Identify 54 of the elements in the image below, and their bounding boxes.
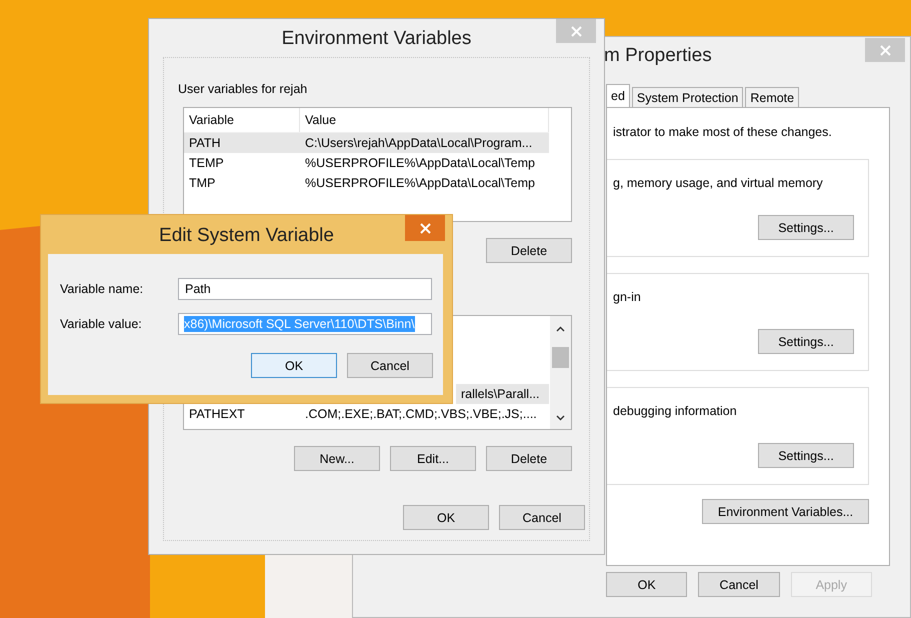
window-title: Environment Variables [282, 27, 472, 51]
tab[interactable]: ed [606, 84, 630, 107]
list-action-button[interactable]: Edit... [390, 446, 476, 471]
list-row[interactable]: rallels\Parall... [456, 384, 549, 404]
tab[interactable]: Remote [745, 87, 800, 107]
close-icon [880, 44, 890, 56]
close-button[interactable] [405, 215, 445, 241]
variable-value: rallels\Parall... [460, 387, 540, 401]
variable-name: TEMP [188, 156, 225, 170]
field-label: Variable name: [60, 282, 144, 296]
section-label: User variables for rejah [178, 82, 308, 96]
variable-name: PATHEXT [188, 407, 246, 421]
group-description: debugging information [613, 404, 738, 418]
dialog-button[interactable]: OK [251, 353, 337, 378]
window-title: m Properties [604, 44, 712, 68]
settings-button[interactable]: Settings... [758, 329, 854, 354]
settings-button[interactable]: Settings... [758, 443, 854, 468]
chevron-up-icon[interactable] [556, 326, 565, 332]
list-action-button[interactable]: Delete [486, 446, 572, 471]
dialog-button[interactable]: Cancel [698, 572, 780, 597]
close-button[interactable] [865, 38, 905, 62]
group-description: gn-in [613, 290, 642, 304]
scroll-thumb[interactable] [552, 347, 569, 368]
variable-value: .COM;.EXE;.BAT;.CMD;.VBS;.VBE;.JS;.... [304, 407, 538, 421]
info-text: istrator to make most of these changes. [613, 125, 833, 139]
environment-variables-button[interactable]: Environment Variables... [702, 499, 869, 524]
dialog-button[interactable]: OK [606, 572, 688, 597]
dialog-button[interactable]: Cancel [347, 353, 433, 378]
settings-button[interactable]: Settings... [758, 215, 854, 240]
column-header[interactable]: Variable [184, 108, 300, 132]
variable-value: %USERPROFILE%\AppData\Local\Temp [304, 156, 536, 170]
dialog-button[interactable]: OK [403, 505, 489, 530]
list-action-button[interactable]: New... [294, 446, 380, 471]
field-label: Variable value: [60, 317, 143, 331]
list-row[interactable]: PATHEXT .COM;.EXE;.BAT;.CMD;.VBS;.VBE;.JS;.... [184, 404, 549, 424]
list-row[interactable]: TEMP %USERPROFILE%\AppData\Local\Temp [184, 153, 549, 173]
close-button[interactable] [556, 19, 596, 43]
group-description: g, memory usage, and virtual memory [613, 176, 824, 190]
scrollbar[interactable] [550, 316, 571, 429]
list-row[interactable]: TMP %USERPROFILE%\AppData\Local\Temp [184, 173, 549, 193]
column-header[interactable]: Value [300, 108, 549, 132]
variable-name: TMP [188, 176, 216, 190]
close-icon [420, 222, 430, 234]
list-row[interactable]: PATH C:\Users\rejah\AppData\Local\Program... [184, 133, 549, 153]
chevron-down-icon[interactable] [556, 415, 565, 421]
variable-name: PATH [188, 136, 222, 150]
variable-value: C:\Users\rejah\AppData\Local\Program... [304, 136, 534, 150]
tab[interactable]: System Protection [632, 87, 744, 107]
dialog-button[interactable]: Cancel [499, 505, 585, 530]
input-field[interactable]: Path [178, 278, 432, 300]
list-action-button[interactable]: Delete [486, 238, 572, 263]
variable-value: %USERPROFILE%\AppData\Local\Temp [304, 176, 536, 190]
dialog-title: Edit System Variable [159, 224, 334, 248]
close-icon [570, 26, 582, 36]
